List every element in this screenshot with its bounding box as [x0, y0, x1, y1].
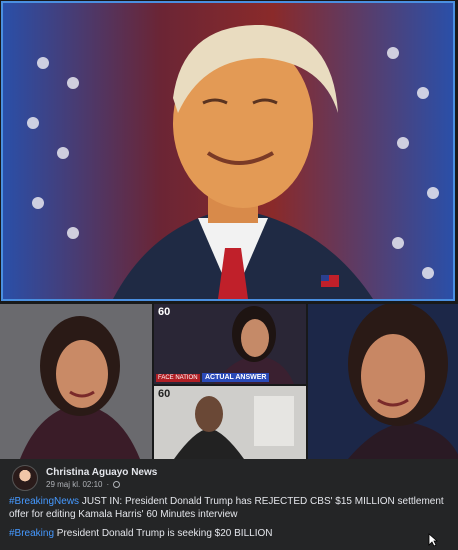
harris-news-clips[interactable]: 60 FACE NATION ACTUAL ANSWER 60 [154, 304, 306, 459]
mouse-cursor-icon [428, 533, 438, 547]
post-header: Christina Aguayo News 29 maj kl. 02:10 · [12, 465, 157, 491]
author-name[interactable]: Christina Aguayo News [46, 467, 157, 478]
harris-photo-right[interactable] [308, 304, 458, 459]
author-meta: Christina Aguayo News 29 maj kl. 02:10 · [46, 467, 157, 489]
post-paragraph-1: #BreakingNews JUST IN: President Donald … [9, 495, 448, 521]
face-nation-label: FACE NATION [156, 374, 200, 382]
sixty-minutes-badge-bottom: 60 [158, 388, 171, 400]
post-card: Christina Aguayo News 29 maj kl. 02:10 ·… [0, 459, 458, 550]
harris-60-minutes-clip[interactable]: 60 FACE NATION ACTUAL ANSWER [154, 304, 306, 384]
post-meta: 29 maj kl. 02:10 · [46, 480, 157, 489]
globe-icon [113, 481, 121, 488]
avatar[interactable] [12, 465, 38, 491]
post-timestamp[interactable]: 29 maj kl. 02:10 [46, 480, 102, 489]
actual-answer-label: ACTUAL ANSWER [202, 373, 270, 382]
harris-photo-left[interactable] [0, 304, 152, 459]
hashtag-breakingnews[interactable]: #BreakingNews [9, 496, 79, 507]
post-text-2: President Donald Trump is seeking $20 BI… [54, 528, 273, 539]
harris-left-illustration [0, 304, 152, 459]
trump-photo-illustration [27, 24, 439, 299]
trump-photo[interactable] [1, 1, 455, 301]
sixty-minutes-badge-top: 60 [158, 306, 171, 318]
harris-collage[interactable]: 60 FACE NATION ACTUAL ANSWER 60 [0, 304, 458, 459]
harris-clip-illustration [154, 304, 306, 384]
anchor-clip[interactable]: 60 [154, 386, 306, 459]
harris-right-illustration [308, 304, 458, 459]
meta-separator: · [106, 480, 110, 489]
post-paragraph-2: #Breaking President Donald Trump is seek… [9, 527, 448, 540]
hashtag-breaking[interactable]: #Breaking [9, 528, 54, 539]
anchor-clip-illustration [154, 386, 306, 459]
